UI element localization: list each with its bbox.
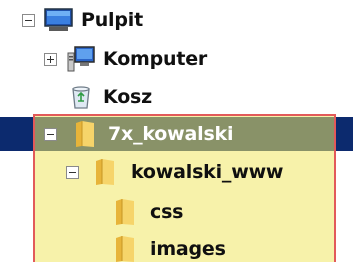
desktop-icon — [44, 8, 73, 31]
tree-item-label: kowalski_www — [131, 161, 284, 183]
tree-item-label: Pulpit — [81, 9, 143, 31]
tree-item-desktop[interactable]: Pulpit — [0, 2, 353, 38]
collapse-icon[interactable] — [66, 166, 79, 179]
tree-item-css-folder[interactable]: css — [0, 194, 353, 230]
tree-item-label: css — [150, 201, 184, 223]
folder-icon — [76, 121, 94, 147]
tree-item-label: images — [150, 238, 226, 260]
tree-item-label: Kosz — [103, 86, 153, 108]
tree-item-www-folder[interactable]: kowalski_www — [0, 154, 353, 190]
tree-item-label: Komputer — [103, 48, 208, 70]
folder-icon — [116, 199, 134, 225]
tree-item-user-folder[interactable]: 7x_kowalski — [0, 116, 353, 152]
tree-item-label: 7x_kowalski — [108, 123, 234, 145]
collapse-icon[interactable] — [22, 14, 35, 27]
recycle-bin-icon — [72, 86, 90, 109]
expand-icon[interactable] — [44, 53, 57, 66]
computer-icon — [67, 46, 95, 72]
tree-item-computer[interactable]: Komputer — [0, 41, 353, 77]
collapse-icon[interactable] — [44, 128, 57, 141]
folder-icon — [96, 159, 114, 185]
folder-icon — [116, 236, 134, 262]
tree-item-recycle-bin[interactable]: Kosz — [0, 79, 353, 115]
